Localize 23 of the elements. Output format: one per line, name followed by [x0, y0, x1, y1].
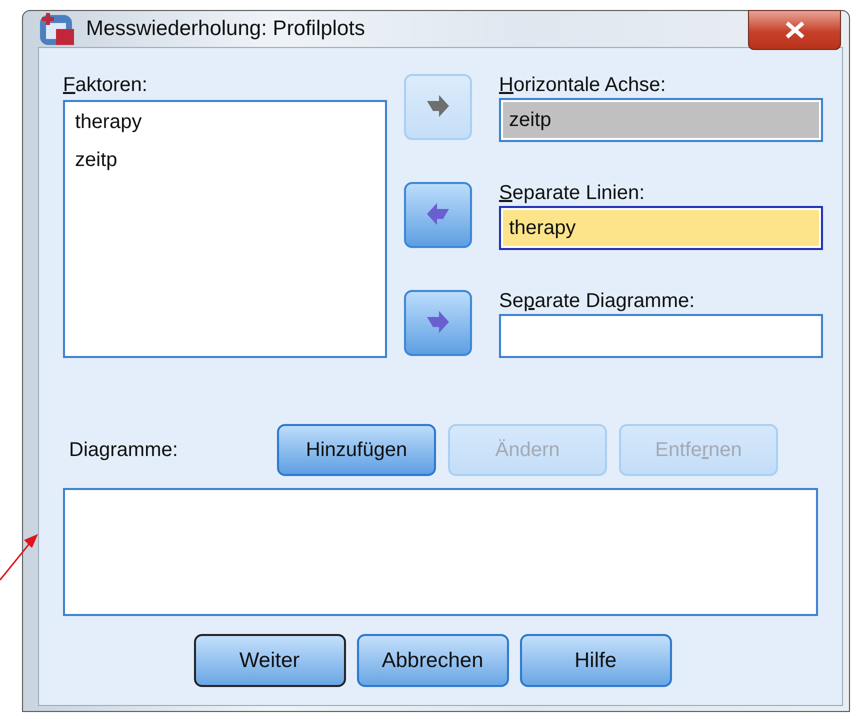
- dialog-button[interactable]: Hilfe: [520, 634, 672, 687]
- list-item[interactable]: zeitp: [75, 148, 118, 172]
- field-label: Horizontale Achse:: [499, 73, 667, 98]
- app-icon: [38, 11, 76, 47]
- variable-field[interactable]: therapy: [499, 206, 823, 250]
- field-label: Separate Linien:: [499, 181, 646, 206]
- field-label: Separate Diagramme:: [499, 289, 696, 314]
- variable-field[interactable]: [499, 314, 823, 358]
- plot-button[interactable]: Hinzufügen: [277, 424, 436, 476]
- window-title: Messwiederholung: Profilplots: [86, 17, 365, 41]
- close-button[interactable]: [748, 10, 841, 50]
- dialog-button[interactable]: Abbrechen: [356, 634, 508, 687]
- move-button[interactable]: [404, 182, 472, 248]
- right-arrow-icon: [425, 95, 451, 119]
- variable-field[interactable]: zeitp: [499, 98, 823, 142]
- move-button[interactable]: [404, 290, 472, 356]
- factors-label: Faktoren:: [63, 73, 148, 98]
- plots-label: Diagramme:: [68, 438, 179, 462]
- dialog-button[interactable]: Weiter: [194, 634, 346, 687]
- left-arrow-icon: [425, 203, 451, 227]
- list-item[interactable]: therapy: [75, 110, 142, 134]
- right-arrow-icon: [425, 311, 451, 335]
- close-icon: [784, 21, 806, 39]
